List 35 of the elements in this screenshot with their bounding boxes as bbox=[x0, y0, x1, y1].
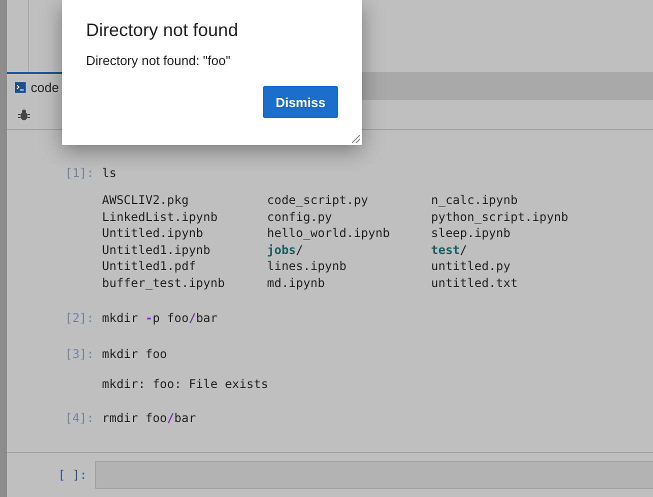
file-name: python_script.ipynb bbox=[431, 208, 570, 225]
terminal-icon bbox=[15, 82, 26, 92]
cell-prompt: [ ]: bbox=[57, 468, 88, 482]
file-name: Untitled.ipynb bbox=[102, 225, 204, 242]
file-name: AWSCLIV2.pkg bbox=[102, 192, 190, 208]
file-name: Untitled1.ipynb bbox=[102, 242, 212, 258]
output-text: mkdir: foo: File exists bbox=[102, 377, 268, 391]
file-name: hello_world.ipynb bbox=[267, 225, 391, 242]
file-name: untitled.txt bbox=[431, 274, 519, 291]
folder-name: test/ bbox=[431, 242, 468, 258]
file-name: n_calc.ipynb bbox=[431, 192, 519, 208]
bug-icon[interactable] bbox=[18, 108, 30, 120]
cell-prompt: [3]: bbox=[64, 346, 95, 363]
folder-name: jobs/ bbox=[267, 242, 304, 258]
dismiss-button[interactable]: Dismiss bbox=[263, 86, 338, 118]
file-name: buffer_test.ipynb bbox=[102, 274, 226, 291]
cell-prompt: [4]: bbox=[64, 410, 95, 427]
file-name: config.py bbox=[267, 208, 334, 225]
resize-grip-icon[interactable] bbox=[352, 135, 360, 143]
cell-prompt: [2]: bbox=[64, 310, 95, 327]
code-line: rmdir foo/bar bbox=[102, 410, 196, 427]
file-name: lines.ipynb bbox=[267, 258, 348, 274]
file-name: untitled.py bbox=[431, 258, 512, 274]
code-line: ls bbox=[102, 165, 116, 182]
file-name: LinkedList.ipynb bbox=[102, 208, 219, 225]
file-name: sleep.ipynb bbox=[431, 225, 512, 242]
cell-prompt: [1]: bbox=[64, 165, 95, 182]
code-line: mkdir -p foo/bar bbox=[102, 310, 218, 327]
dialog-message: Directory not found: "foo" bbox=[86, 53, 232, 68]
file-name: code_script.py bbox=[267, 192, 370, 208]
code-line: mkdir foo bbox=[102, 346, 168, 363]
file-name: Untitled1.pdf bbox=[102, 258, 197, 274]
code-input-field[interactable] bbox=[95, 461, 653, 489]
file-name: md.ipynb bbox=[267, 274, 326, 291]
dialog-title: Directory not found bbox=[86, 20, 240, 41]
